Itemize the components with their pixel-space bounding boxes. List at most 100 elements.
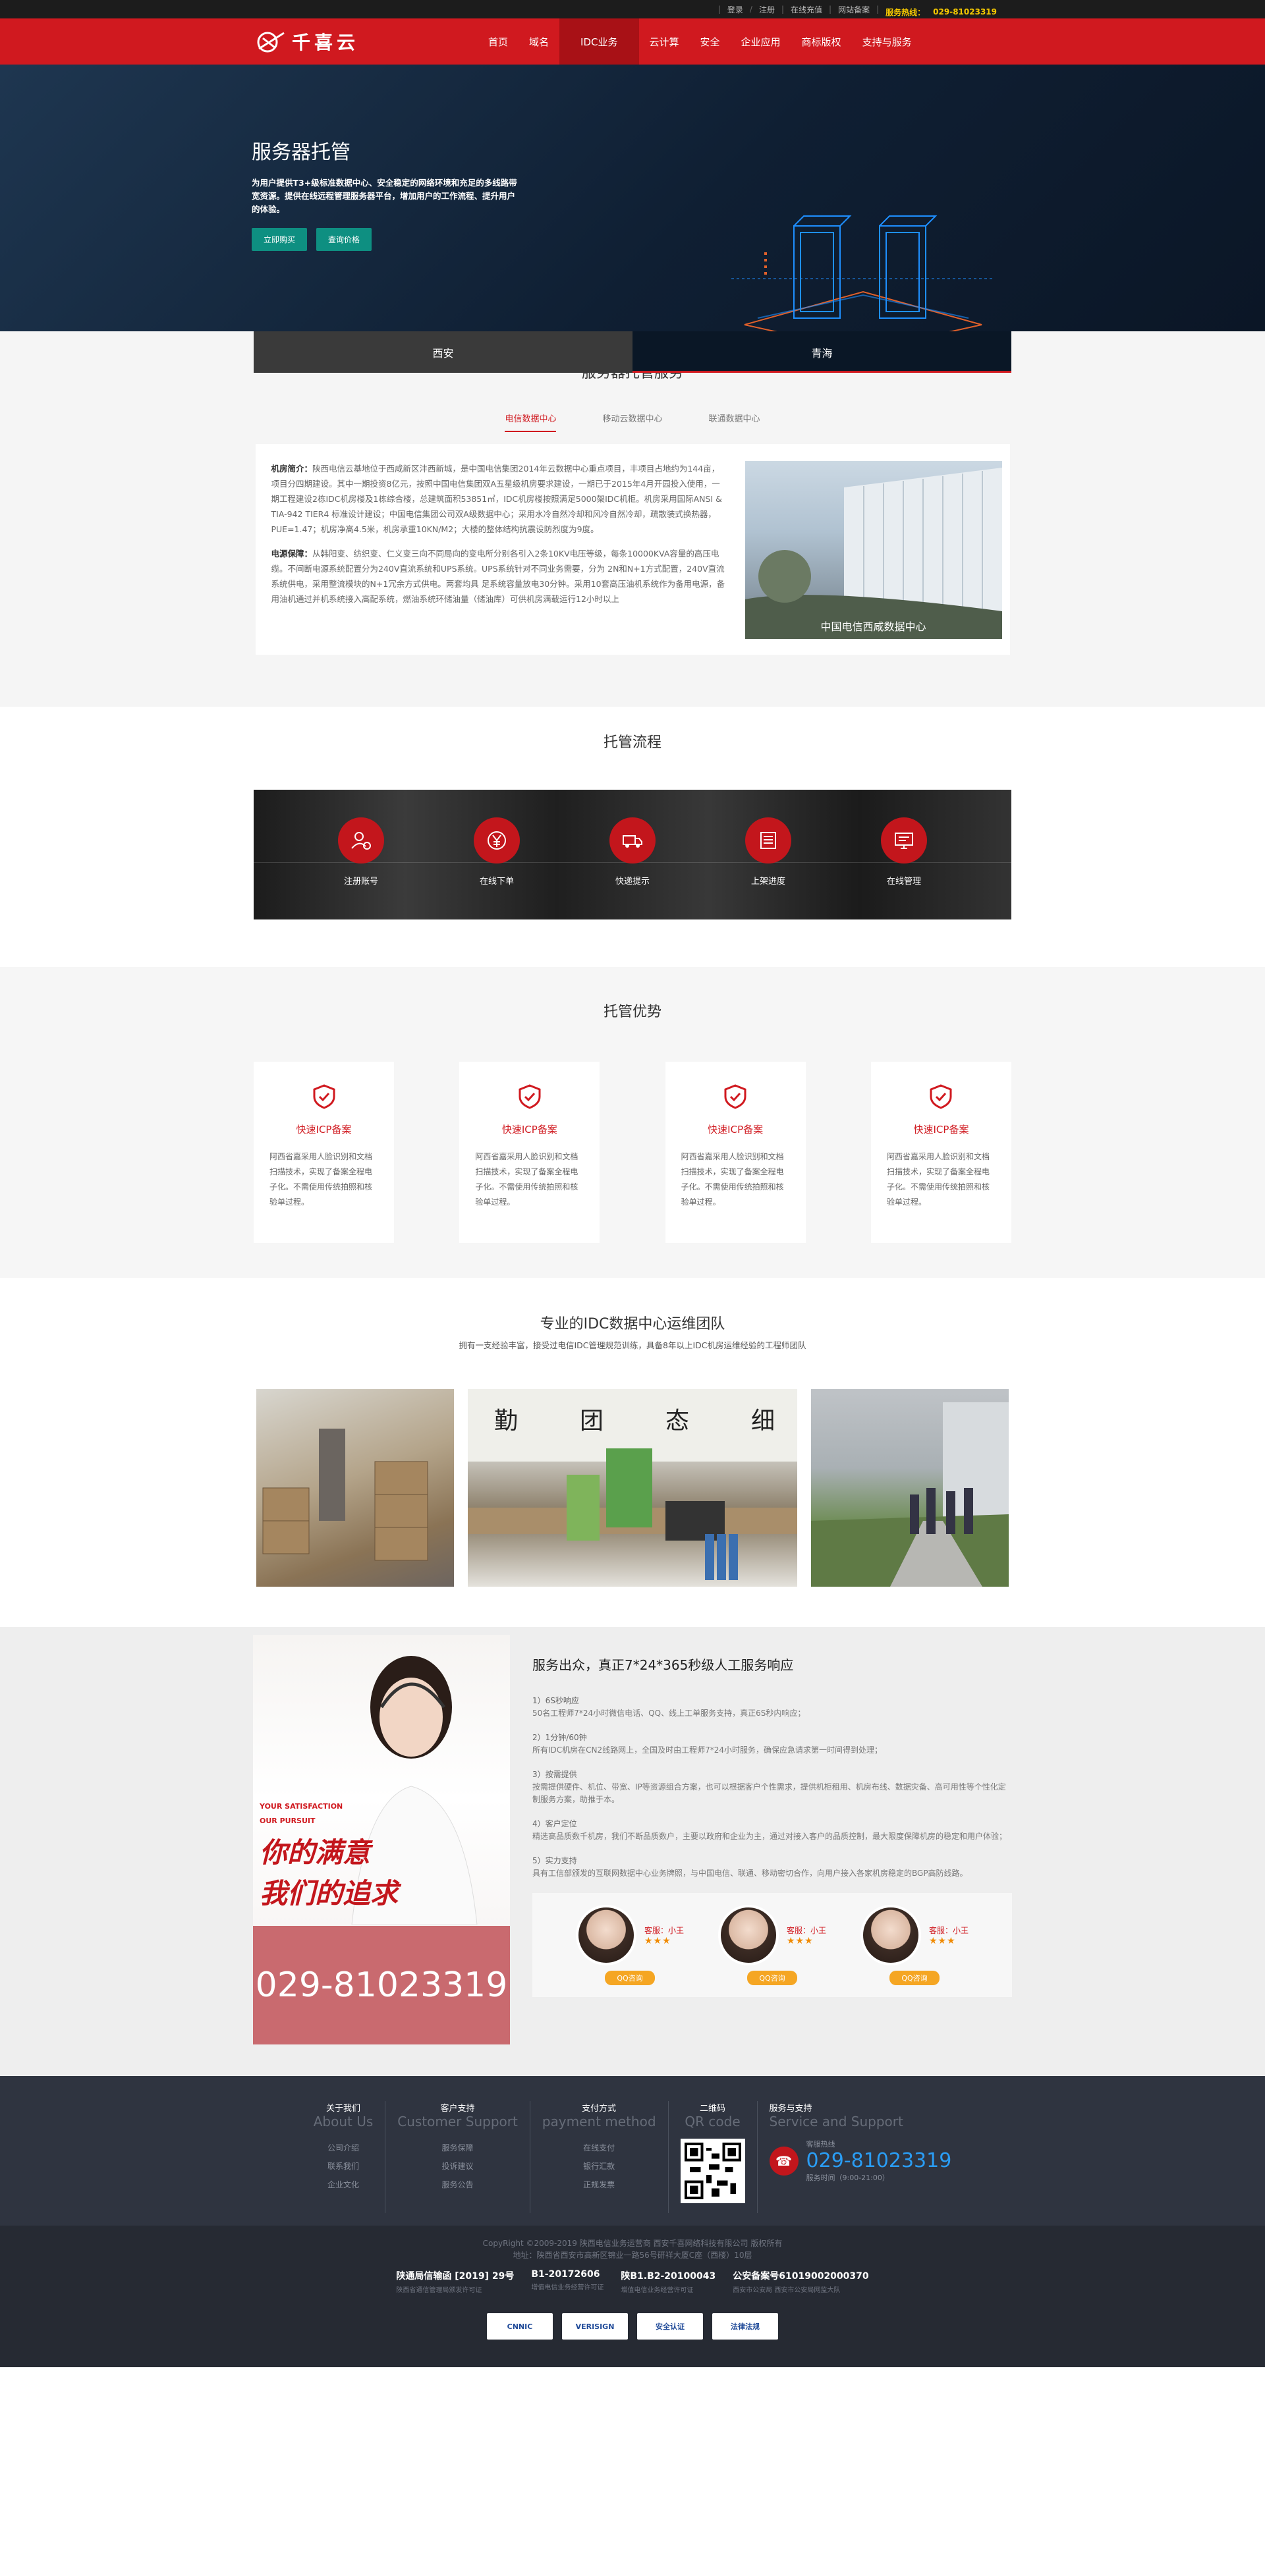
query-price-button[interactable]: 查询价格 [316,228,372,251]
qq-consult-button[interactable]: QQ咨询 [605,1971,655,1985]
footer-link[interactable]: 公司介绍 [314,2139,374,2157]
shield-check-icon [930,1084,952,1109]
footer-link[interactable]: 正规发票 [542,2176,656,2194]
nav-security[interactable]: 安全 [690,18,731,65]
shield-check-icon [519,1084,541,1109]
qr-code-icon [684,2143,741,2199]
page-bottom-space [0,2367,1265,2515]
section-subtitle: 拥有一支经验丰富，接受过电信IDC管理规范训练，具备8年以上IDC机房运维经验的… [459,1340,806,1350]
avatar [717,1905,779,1965]
yen-icon [488,831,506,850]
nav-trademark[interactable]: 商标版权 [791,18,852,65]
service-item: 1）6S秒响应 50名工程师7*24小时微信电话、QQ、线上工单服务支持，真正6S… [532,1696,806,1718]
agent-card: 客服：小王 ★★★ QQ咨询 [717,1905,826,1985]
svg-text:态: 态 [665,1408,689,1435]
city-tabs: 西安 青海 [0,331,1265,373]
register-link[interactable]: 注册 [759,4,775,15]
slogan-cn: 你的满意 我们的追求 [260,1836,399,1909]
datacenter-description: 机房简介：陕西电信云基地位于西咸新区沣西新城，是中国电信集团2014年云数据中心… [271,461,726,639]
service-item: 4）客户定位 精选高品质数千机房，我们不断品质数户，主要以政府和企业为主，通过对接… [532,1819,1007,1841]
license-item: 公安备案号61019002000370 西安市公安局 西安市公安局网监大队 [733,2271,869,2294]
service-item: 5）实力支持 具有工信部颁发的互联网数据中心业务牌照，与中国电信、联通、移动密切合… [532,1856,968,1878]
nav-domain[interactable]: 域名 [519,18,559,65]
hosting-process-section: 托管流程 注册账号 在线下单 快递提示 上架进度 在线管理 [0,707,1265,967]
step-register: 注册账号 [338,790,384,919]
trust-badges: CNNIC VERISIGN 安全认证 法律法规 [0,2313,1265,2340]
security-badge[interactable]: 安全认证 [637,2313,703,2340]
advantage-cards: 快速ICP备案 阿西省嘉采用人脸识别和文档扫描技术，实现了备案全程电子化。不需使… [254,1062,1011,1243]
footer-link[interactable]: 服务公告 [397,2176,518,2194]
tab-mobile[interactable]: 移动云数据中心 [602,412,662,432]
copyright-text: CopyRight ©2009-2019 陕西电信业务运营商 西安千喜网络科技有… [482,2239,783,2248]
law-badge[interactable]: 法律法规 [712,2313,778,2340]
footer-link[interactable]: 投诉建议 [397,2157,518,2176]
avatar [860,1905,921,1965]
hotline: 服务热线： 029-81023319 [886,7,997,17]
section-title: 专业的IDC数据中心运维团队 [540,1316,725,1332]
beian-link[interactable]: 网站备案 [838,4,870,15]
intro-label: 机房简介： [271,464,313,474]
recharge-link[interactable]: 在线充值 [791,4,822,15]
login-link[interactable]: 登录 [727,4,743,15]
team-photo-boxes [256,1389,454,1587]
tab-telecom[interactable]: 电信数据中心 [505,412,557,432]
shield-check-icon [313,1084,335,1109]
footer-col-support: 客户支持 Customer Support 服务保障 投诉建议 服务公告 [385,2101,530,2213]
truck-icon [623,835,642,848]
license-item: 陕B1.B2-20100043 增值电信业务经营许可证 [621,2271,716,2294]
step-delivery: 快递提示 [609,790,656,919]
ops-team-section: 专业的IDC数据中心运维团队 拥有一支经验丰富，接受过电信IDC管理规范训练，具… [0,1278,1265,1627]
tab-qinghai[interactable]: 青海 [632,331,1011,373]
logo[interactable]: 千喜云 [255,28,359,55]
datacenter-card: 机房简介：陕西电信云基地位于西咸新区沣西新城，是中国电信集团2014年云数据中心… [255,444,1010,655]
team-photo-office: 勤团态细 [468,1389,797,1587]
svg-text:团: 团 [580,1408,604,1435]
nav-enterprise[interactable]: 企业应用 [731,18,791,65]
footer-hotline: ☎ 客服热线 029-81023319 服务时间（9:00-21:00） [769,2139,951,2183]
footer-col-payment: 支付方式 payment method 在线支付 银行汇款 正规发票 [530,2101,669,2213]
power-label: 电源保障： [271,549,313,559]
team-photo-outdoor [811,1389,1009,1587]
qr-code [680,2139,745,2203]
footer-link[interactable]: 在线支付 [542,2139,656,2157]
nav-home[interactable]: 首页 [478,18,519,65]
footer-col-about: 关于我们 About Us 公司介绍 联系我们 企业文化 [302,2101,386,2213]
photo-caption: 中国电信西咸数据中心 [820,620,926,633]
service-promo-image: YOUR SATISFACTION OUR PURSUIT 你的满意 我们的追求 0… [253,1635,510,2044]
footer-link[interactable]: 联系我们 [314,2157,374,2176]
datacenter-photo: 中国电信西咸数据中心 [745,461,1002,639]
qq-consult-button[interactable]: QQ咨询 [747,1971,797,1985]
footer-link[interactable]: 银行汇款 [542,2157,656,2176]
footer-link[interactable]: 服务保障 [397,2139,518,2157]
rating-stars: ★★★ [644,1935,671,1946]
intro-text: 陕西电信云基地位于西咸新区沣西新城，是中国电信集团2014年云数据中心重点项目，… [271,464,722,534]
address-text: 地址：陕西省西安市高新区锦业一路56号研祥大厦C座（西楼）10层 [513,2251,752,2260]
top-bar: | 登录 / 注册 | 在线充值 | 网站备案 | 服务热线： 029-81023… [0,0,1265,18]
logo-text: 千喜云 [292,32,360,53]
footer: 关于我们 About Us 公司介绍 联系我们 企业文化 客户支持 Custom… [0,2076,1265,2226]
svg-text:细: 细 [751,1408,775,1435]
nav-idc[interactable]: IDC业务 [559,18,639,65]
footer-link[interactable]: 企业文化 [314,2176,374,2194]
section-title: 托管流程 [603,734,661,751]
tab-xian[interactable]: 西安 [254,331,632,373]
phone-icon: ☎ [769,2146,799,2176]
tab-unicom[interactable]: 联通数据中心 [709,412,760,432]
header: 千喜云 首页 域名 IDC业务 云计算 安全 企业应用 商标版权 支持与服务 [0,18,1265,65]
cnnic-badge[interactable]: CNNIC [487,2313,553,2340]
nav-support[interactable]: 支持与服务 [852,18,922,65]
nav-cloud[interactable]: 云计算 [639,18,690,65]
buy-now-button[interactable]: 立即购买 [252,228,308,251]
advantage-card: 快速ICP备案 阿西省嘉采用人脸识别和文档扫描技术，实现了备案全程电子化。不需使… [254,1062,394,1243]
monitor-icon [895,833,913,849]
support-agents: 客服：小王 ★★★ QQ咨询 客服：小王 ★★★ QQ咨询 客服：小王 ★★★ QQ咨… [532,1893,1012,1997]
rating-stars: ★★★ [786,1935,814,1946]
step-manage: 在线管理 [881,790,927,919]
agent-card: 客服：小王 ★★★ QQ咨询 [575,1905,684,1985]
datacenter-tabs: 电信数据中心 移动云数据中心 联通数据中心 [0,412,1265,432]
qq-consult-button[interactable]: QQ咨询 [889,1971,940,1985]
section-title: 托管优势 [603,1004,661,1020]
verisign-badge[interactable]: VERISIGN [562,2313,628,2340]
license-item: 陕通局信输函 [2019] 29号 陕西省通信管理局颁发许可证 [396,2271,515,2294]
copyright-bar: CopyRight ©2009-2019 陕西电信业务运营商 西安千喜网络科技有… [0,2226,1265,2367]
